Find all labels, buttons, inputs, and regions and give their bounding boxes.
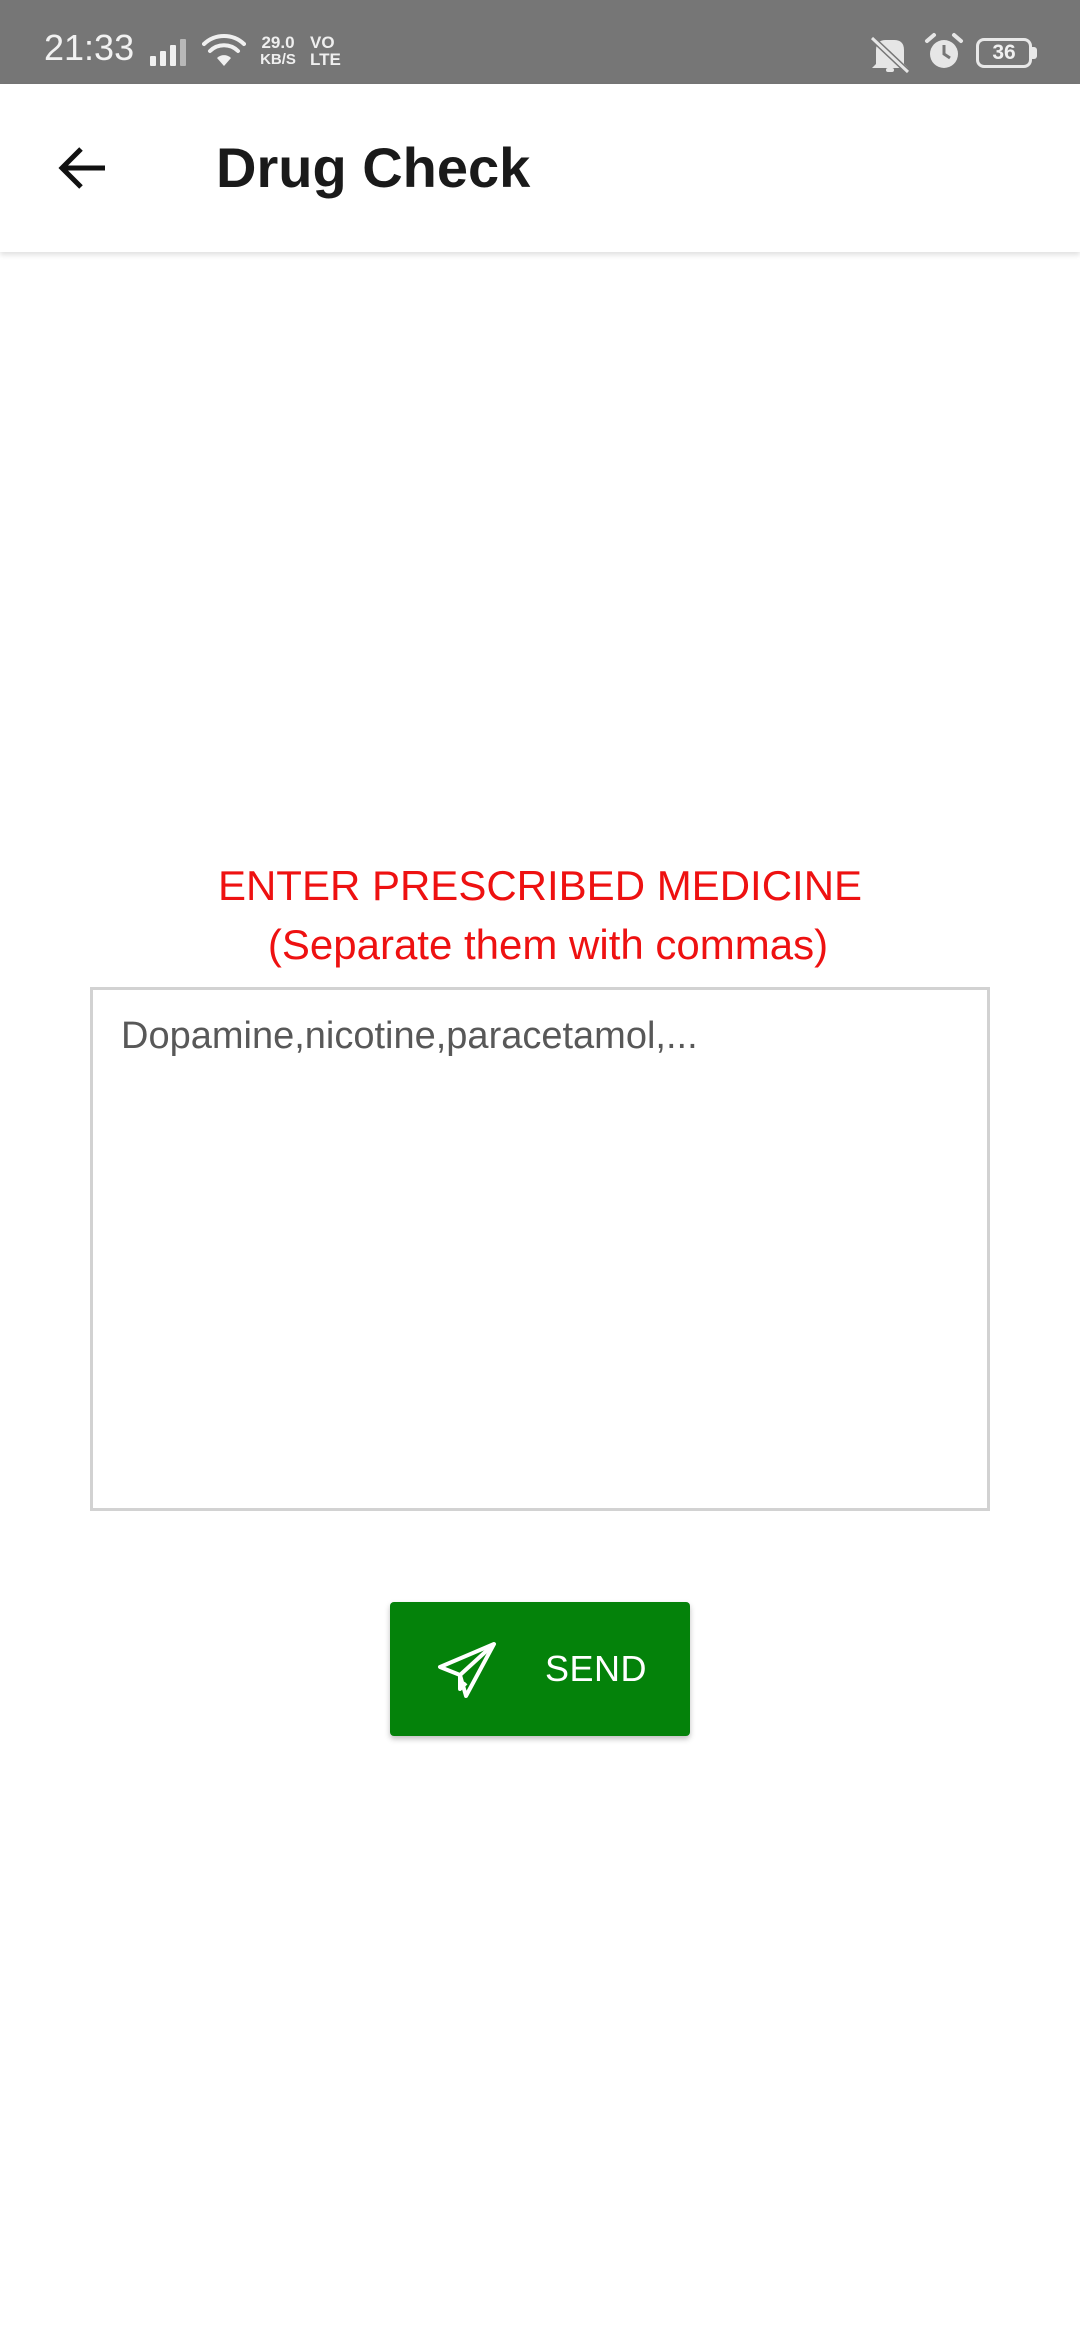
send-button[interactable]: SEND <box>390 1602 690 1736</box>
network-speed-unit: KB/S <box>260 51 296 68</box>
prompt-hint: (Separate them with commas) <box>267 921 829 968</box>
volte-indicator: VO LTE <box>310 34 344 68</box>
network-speed: 29.0 KB/S <box>257 34 299 68</box>
volte-bottom: LTE <box>310 50 341 69</box>
status-time: 21:33 <box>44 27 135 68</box>
battery-icon: 36 <box>976 38 1032 68</box>
mute-icon <box>869 35 911 74</box>
signal-icon <box>150 39 186 66</box>
wifi-icon <box>202 34 246 66</box>
arrow-back-icon <box>58 147 105 189</box>
alarm-icon <box>925 33 963 68</box>
send-paper-plane-icon <box>438 1642 496 1698</box>
medicine-prompt: ENTER PRESCRIBED MEDICINE (Separate them… <box>0 856 1080 974</box>
network-speed-value: 29.0 <box>261 33 295 52</box>
battery-tip <box>1032 47 1037 59</box>
medicine-input[interactable] <box>90 987 990 1511</box>
volte-top: VO <box>310 33 335 52</box>
back-button[interactable] <box>38 128 128 208</box>
app-bar: Drug Check <box>0 84 1080 252</box>
status-bar: 21:33 29.0 KB/S VO LTE 36 <box>0 0 1080 84</box>
prompt-heading: ENTER PRESCRIBED MEDICINE <box>217 862 863 909</box>
page-title: Drug Check <box>216 136 531 199</box>
send-label: SEND <box>545 1648 648 1689</box>
